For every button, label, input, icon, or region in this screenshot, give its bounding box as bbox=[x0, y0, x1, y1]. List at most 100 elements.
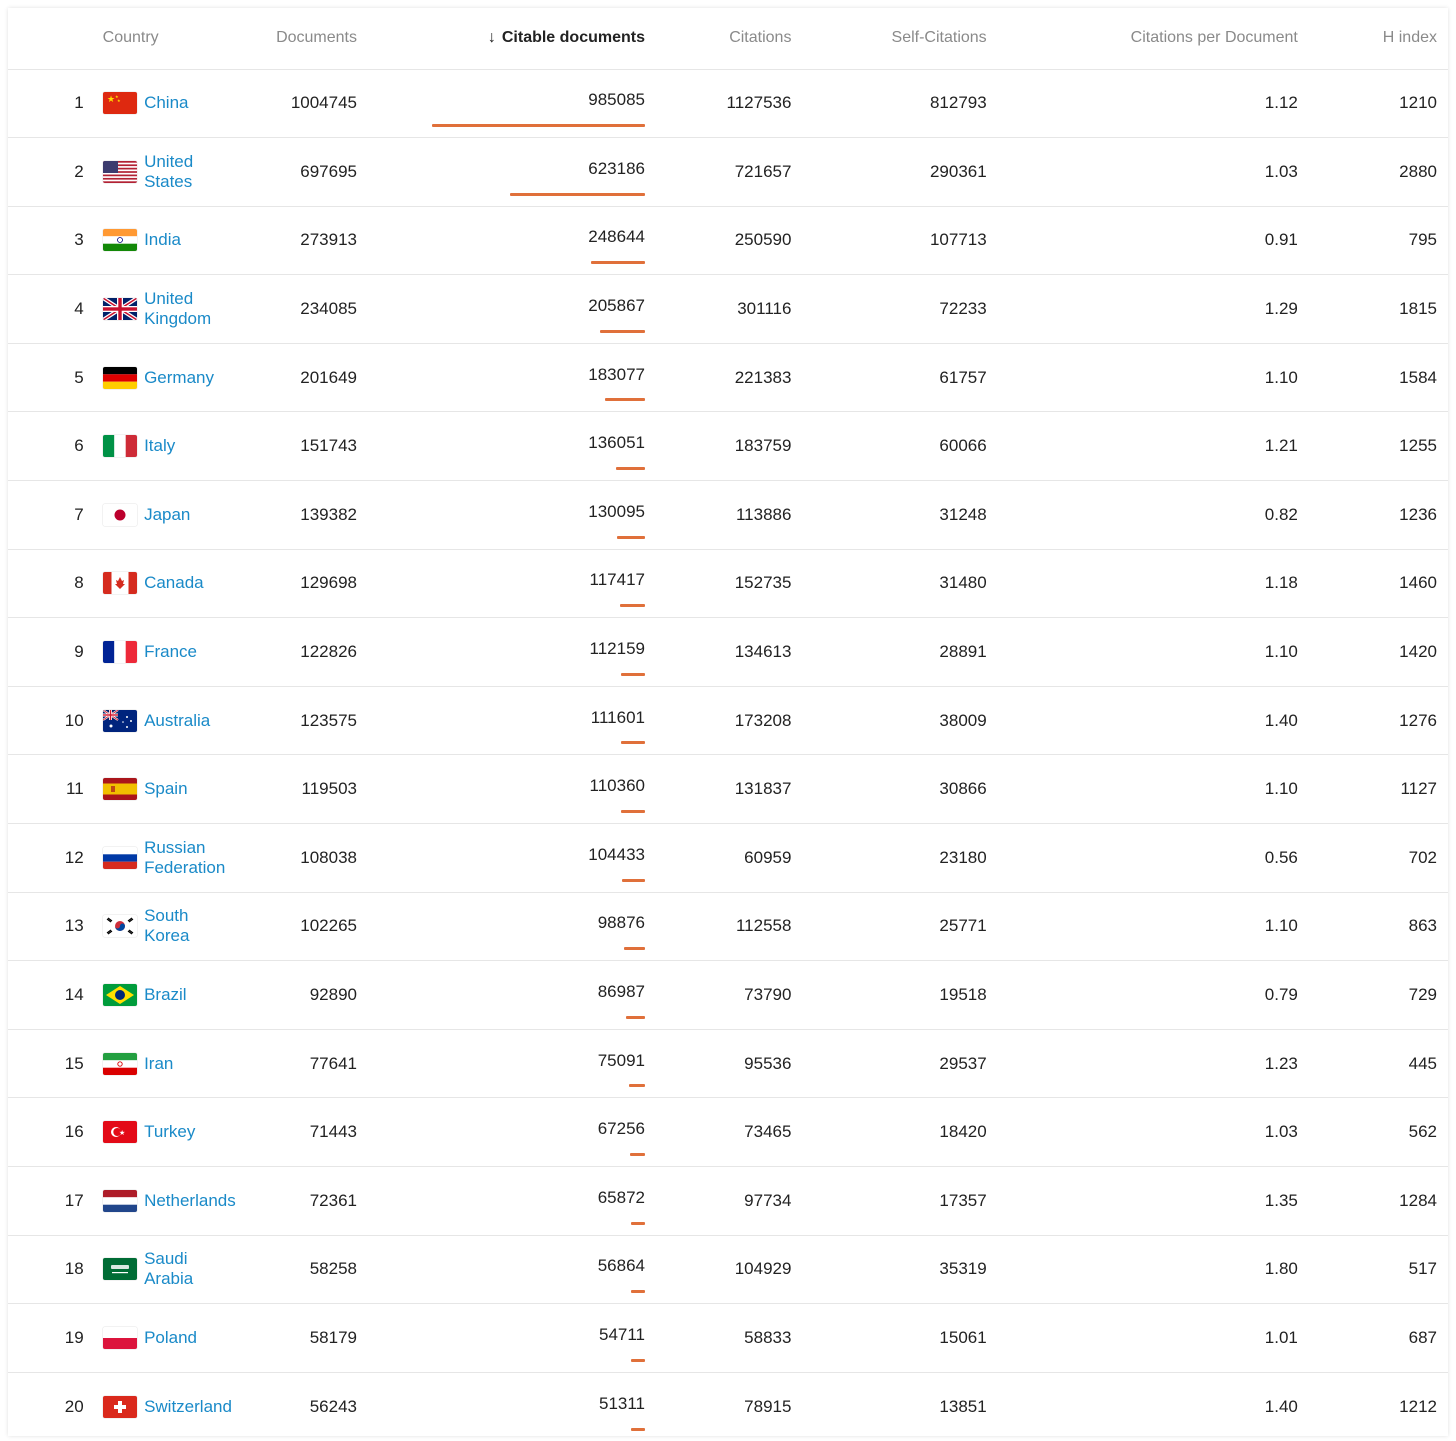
citations-per-document-cell: 1.10 bbox=[1264, 642, 1298, 662]
self-citations-cell: 18420 bbox=[939, 1122, 987, 1142]
citations-per-document-cell: 0.82 bbox=[1264, 504, 1298, 524]
documents-header[interactable]: Documents bbox=[204, 8, 357, 69]
country-link[interactable]: Spain bbox=[144, 779, 187, 798]
citations-per-document-header[interactable]: Citations per Document bbox=[987, 8, 1298, 69]
citations-per-document-cell: 1.10 bbox=[1264, 367, 1298, 387]
country-header[interactable]: Country bbox=[84, 8, 205, 69]
country-link[interactable]: South Korea bbox=[144, 906, 189, 945]
country-link[interactable]: United Kingdom bbox=[144, 289, 211, 328]
germany-flag-icon bbox=[102, 366, 137, 389]
citations-cell: 95536 bbox=[744, 1053, 792, 1073]
table-row: 3 India 273913 248644 250590 107713 0.91 795 bbox=[8, 206, 1448, 275]
citable-documents-value: 117417 bbox=[589, 570, 645, 590]
rank-cell: 11 bbox=[66, 779, 84, 799]
citable-documents-bar bbox=[630, 1153, 645, 1156]
flag-cell bbox=[84, 961, 144, 1030]
country-link[interactable]: Poland bbox=[144, 1328, 197, 1347]
rank-cell: 17 bbox=[64, 1190, 84, 1210]
country-ranking-table: Country Documents ↓ Citable documents Cit… bbox=[8, 8, 1448, 1441]
documents-cell: 58179 bbox=[309, 1327, 357, 1347]
citations-per-document-cell: 1.40 bbox=[1264, 1396, 1298, 1416]
svg-text:★: ★ bbox=[119, 1129, 125, 1137]
self-citations-cell: 35319 bbox=[939, 1259, 987, 1279]
flag-cell: ★ ★ ★ bbox=[84, 69, 144, 138]
citable-documents-bar bbox=[616, 467, 645, 471]
country-link[interactable]: Iran bbox=[144, 1054, 173, 1073]
country-link[interactable]: France bbox=[144, 642, 197, 661]
citations-cell: 183759 bbox=[734, 436, 792, 456]
table-row: 13 South Korea 102265 98876 112558 25771 1.10 8… bbox=[8, 892, 1448, 961]
uk-flag-icon bbox=[102, 298, 137, 321]
h-index-cell: 1815 bbox=[1399, 299, 1437, 319]
russia-flag-icon bbox=[102, 846, 137, 869]
country-link[interactable]: Canada bbox=[144, 573, 204, 592]
citable-documents-header[interactable]: ↓ Citable documents bbox=[357, 8, 645, 69]
rank-cell: 13 bbox=[64, 916, 84, 936]
flag-cell bbox=[84, 824, 144, 893]
country-cell: Netherlands bbox=[144, 1167, 236, 1236]
citable-documents-cell: 248644 bbox=[357, 206, 645, 275]
self-citations-cell: 812793 bbox=[929, 93, 987, 113]
documents-cell: 139382 bbox=[300, 504, 357, 524]
citable-documents-value: 51311 bbox=[598, 1393, 645, 1413]
country-link[interactable]: Australia bbox=[144, 711, 210, 730]
table-row: 20 Switzerland 56243 51311 78915 13851 1.40 121… bbox=[8, 1372, 1448, 1441]
documents-cell: 92890 bbox=[309, 985, 357, 1005]
arrow-down-icon: ↓ bbox=[487, 29, 496, 47]
table-header-row: Country Documents ↓ Citable documents Cit… bbox=[8, 8, 1448, 69]
brazil-flag-icon bbox=[102, 984, 137, 1007]
flag-cell bbox=[84, 892, 144, 961]
table-row: 6 Italy 151743 136051 183759 60066 1.21 1255 bbox=[8, 411, 1448, 481]
country-link[interactable]: China bbox=[144, 93, 188, 112]
citable-documents-bar bbox=[591, 261, 645, 265]
country-cell: South Korea bbox=[144, 892, 204, 961]
citable-documents-cell: 136051 bbox=[357, 412, 645, 481]
citable-documents-cell: 98876 bbox=[357, 892, 645, 961]
documents-cell: 71443 bbox=[309, 1122, 357, 1142]
country-link[interactable]: Switzerland bbox=[144, 1397, 232, 1416]
country-link[interactable]: Netherlands bbox=[144, 1191, 236, 1210]
country-link[interactable]: Germany bbox=[144, 368, 214, 387]
flag-cell bbox=[84, 618, 144, 687]
citable-documents-bar bbox=[621, 672, 645, 676]
country-cell: France bbox=[144, 618, 204, 687]
citable-documents-cell: 75091 bbox=[357, 1029, 645, 1098]
country-link[interactable]: India bbox=[144, 230, 181, 249]
rank-cell: 14 bbox=[64, 985, 84, 1005]
self-citations-cell: 60066 bbox=[939, 436, 987, 456]
citable-documents-value: 75091 bbox=[597, 1050, 645, 1070]
citations-per-document-cell: 1.21 bbox=[1264, 436, 1298, 456]
citable-documents-cell: 104433 bbox=[357, 824, 645, 893]
table-body: 1 ★ ★ ★ China 1004745 985085 1127536 812793 1.12 1… bbox=[8, 69, 1448, 1441]
poland-flag-icon bbox=[102, 1326, 137, 1349]
country-link[interactable]: Italy bbox=[144, 436, 175, 455]
flag-cell bbox=[84, 412, 144, 481]
h-index-cell: 1284 bbox=[1399, 1190, 1437, 1210]
citations-header[interactable]: Citations bbox=[645, 8, 791, 69]
usa-flag-icon bbox=[102, 160, 137, 183]
citations-per-document-cell: 1.35 bbox=[1264, 1190, 1298, 1210]
table-row: 15 Iran 77641 75091 95536 29537 1.23 445 bbox=[8, 1029, 1448, 1098]
documents-cell: 108038 bbox=[300, 847, 357, 867]
country-link[interactable]: United States bbox=[144, 152, 193, 191]
citations-cell: 97734 bbox=[744, 1190, 792, 1210]
documents-cell: 151743 bbox=[300, 436, 357, 456]
h-index-header[interactable]: H index bbox=[1298, 8, 1448, 69]
h-index-cell: 562 bbox=[1408, 1122, 1437, 1142]
citations-cell: 152735 bbox=[734, 573, 792, 593]
country-link[interactable]: Brazil bbox=[144, 985, 187, 1004]
country-link[interactable]: Japan bbox=[144, 505, 190, 524]
citations-cell: 60959 bbox=[744, 847, 792, 867]
rank-cell: 7 bbox=[74, 504, 84, 524]
citations-per-document-cell: 1.03 bbox=[1264, 1122, 1298, 1142]
rank-cell: 6 bbox=[74, 436, 84, 456]
self-citations-header[interactable]: Self-Citations bbox=[791, 8, 987, 69]
country-link[interactable]: Saudi Arabia bbox=[144, 1249, 193, 1288]
citable-documents-header-label: Citable documents bbox=[501, 29, 645, 47]
table-row: 12 Russian Federation 108038 104433 60959 231… bbox=[8, 823, 1448, 893]
flag-cell: ★ bbox=[84, 1098, 144, 1167]
self-citations-cell: 38009 bbox=[939, 710, 987, 730]
country-link[interactable]: Turkey bbox=[144, 1122, 195, 1141]
citations-cell: 301116 bbox=[737, 299, 792, 319]
country-cell: India bbox=[144, 206, 204, 275]
